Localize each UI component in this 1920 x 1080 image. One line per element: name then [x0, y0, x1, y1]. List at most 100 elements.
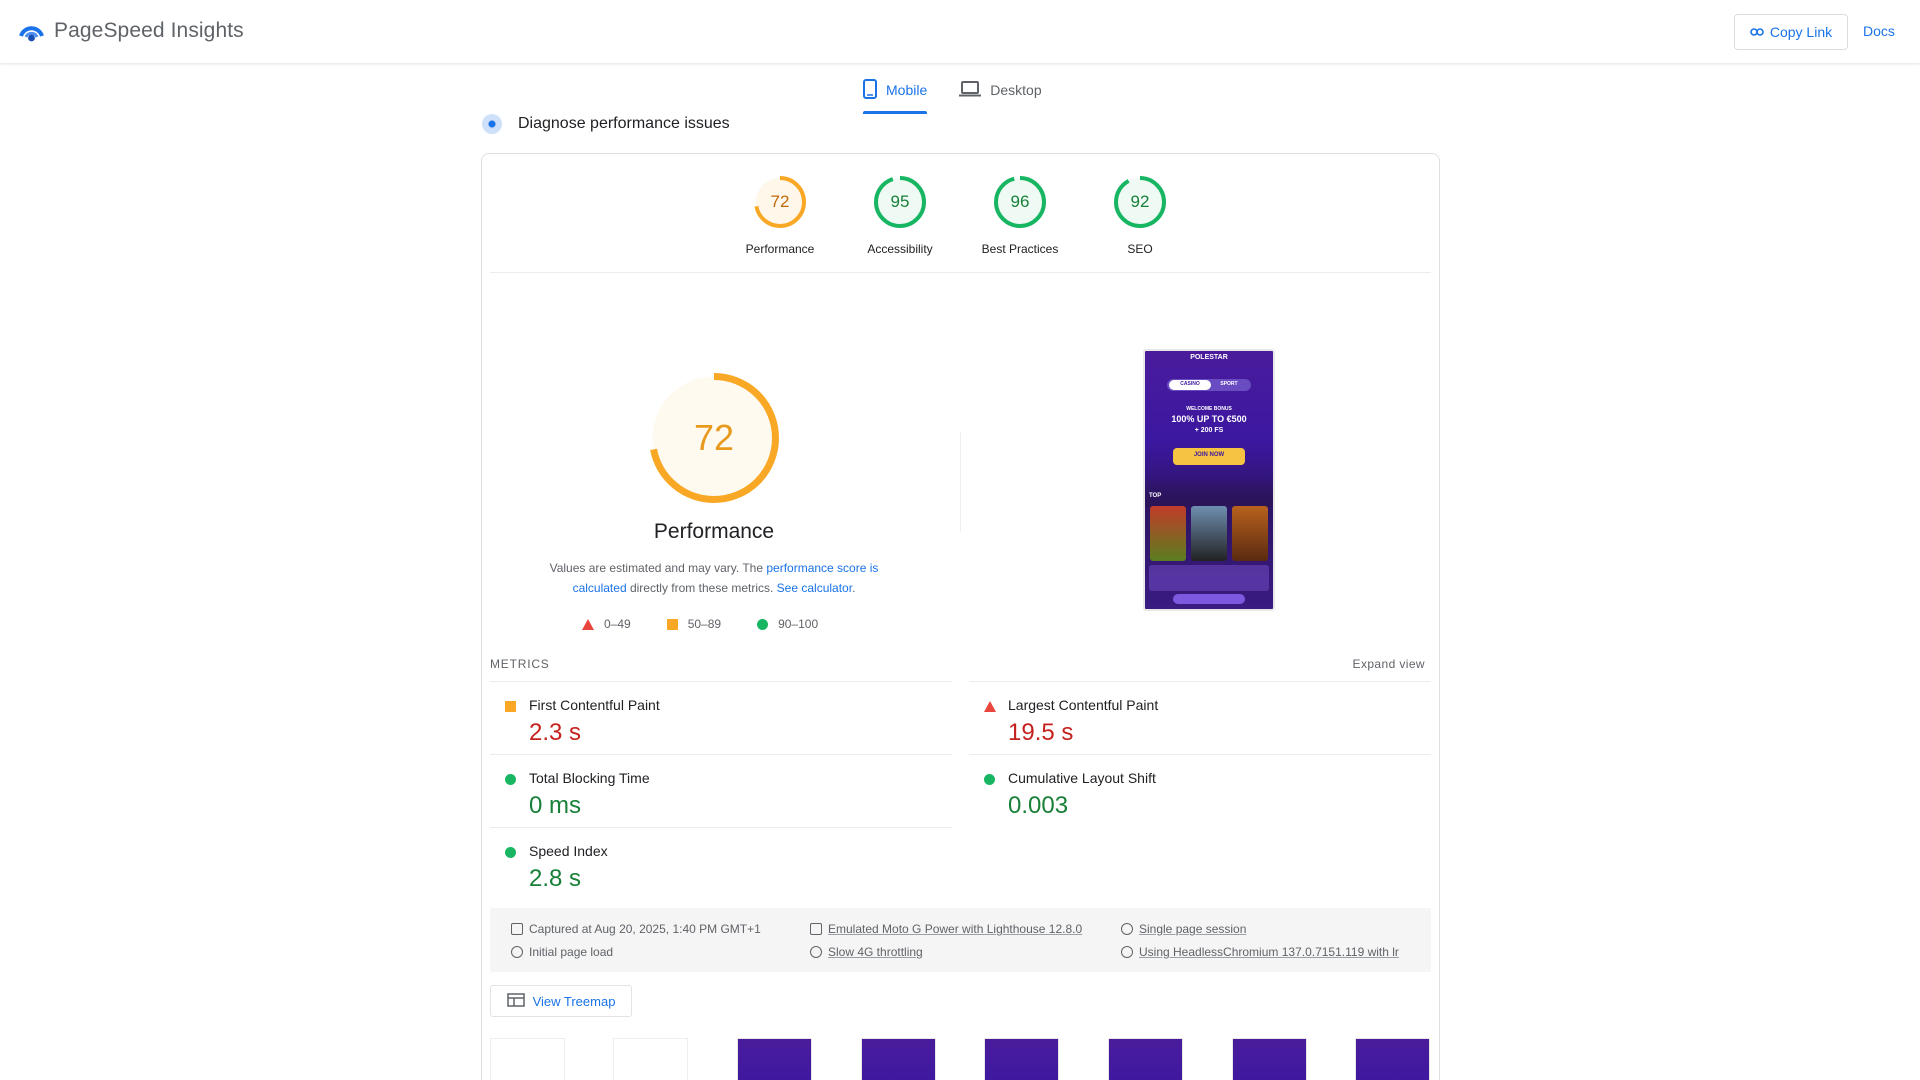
performance-note: Values are estimated and may vary. The p…: [534, 558, 894, 598]
run-info-panel: Captured at Aug 20, 2025, 1:40 PM GMT+1 …: [490, 908, 1431, 972]
copy-link-button[interactable]: Copy Link: [1734, 14, 1848, 50]
link-icon: [1750, 24, 1764, 40]
metric-lcp: Largest Contentful Paint 19.5 s: [969, 681, 1431, 754]
ss-tab-casino: CASINO: [1180, 381, 1200, 387]
filmstrip-frame: [737, 1038, 812, 1080]
metric-label: Largest Contentful Paint: [1008, 697, 1159, 713]
info-text: Single page session: [1139, 922, 1247, 936]
legend-range: 90–100: [778, 617, 819, 631]
info-text: Captured at Aug 20, 2025, 1:40 PM GMT+1: [529, 922, 761, 936]
triangle-icon: [582, 618, 594, 630]
metric-value: 0.003: [1008, 792, 1069, 819]
gauge-label: Best Practices: [981, 242, 1059, 256]
report-card: 72 Performance 95 Accessibility 96 Best …: [481, 153, 1440, 1080]
expand-view-button[interactable]: Expand view: [1353, 657, 1425, 671]
ss-strip: [1149, 565, 1269, 591]
metric-label: Total Blocking Time: [529, 770, 650, 786]
info-text: Emulated Moto G Power with Lighthouse 12…: [828, 922, 1083, 936]
legend-range: 0–49: [604, 617, 631, 631]
note-middle: directly from these metrics.: [626, 581, 777, 595]
metric-label: First Contentful Paint: [529, 697, 660, 713]
circle-icon: [984, 774, 995, 785]
info-text: Slow 4G throttling: [828, 945, 923, 959]
wifi-icon: [810, 946, 822, 958]
calendar-icon: [511, 923, 523, 935]
metric-value: 19.5 s: [1008, 719, 1074, 746]
ss-fs: + 200 FS: [1194, 427, 1224, 434]
treemap-icon: [506, 992, 525, 1010]
circle-icon: [505, 774, 516, 785]
filmstrip-frame: [613, 1038, 688, 1080]
metric-value: 0 ms: [529, 792, 582, 819]
filmstrip-frame: [984, 1038, 1059, 1080]
metric-label: Cumulative Layout Shift: [1008, 770, 1156, 786]
info-text: Initial page load: [529, 945, 614, 959]
info-throttling[interactable]: Slow 4G throttling: [810, 945, 923, 959]
metric-si: Speed Index 2.8 s: [490, 827, 952, 900]
gauge-value: 92: [1130, 192, 1150, 211]
view-treemap-button[interactable]: View Treemap: [490, 985, 632, 1017]
laptop-icon: [959, 80, 982, 100]
legend-good: 90–100: [757, 617, 818, 631]
filmstrip-frame: [861, 1038, 936, 1080]
tab-mobile[interactable]: Mobile: [863, 76, 928, 114]
circle-icon: [505, 847, 516, 858]
triangle-icon: [984, 701, 996, 712]
copy-link-label: Copy Link: [1769, 24, 1833, 40]
ss-game-card: [1232, 506, 1268, 561]
gauge-seo[interactable]: 92 SEO: [1080, 176, 1200, 256]
info-device[interactable]: Emulated Moto G Power with Lighthouse 12…: [810, 922, 1082, 936]
filmstrip-frame: [1108, 1038, 1183, 1080]
legend-poor: 0–49: [582, 617, 631, 631]
section-title: Diagnose performance issues: [518, 115, 730, 132]
final-screenshot[interactable]: POLESTAR CASINO SPORT WELCOME BONUS 100%…: [1143, 349, 1275, 611]
gauge-best-practices[interactable]: 96 Best Practices: [960, 176, 1080, 256]
metric-cls: Cumulative Layout Shift 0.003: [969, 754, 1431, 827]
divider: [490, 272, 1431, 273]
tab-desktop[interactable]: Desktop: [959, 76, 1042, 112]
top-app-bar: PageSpeed Insights Copy Link Docs: [0, 0, 1920, 63]
vertical-divider: [960, 432, 961, 532]
metric-value: 2.3 s: [529, 719, 582, 746]
note-suffix: .: [852, 581, 856, 595]
circle-icon: [757, 618, 769, 630]
filmstrip-frame: [490, 1038, 565, 1080]
ss-offer: 100% UP TO €500: [1171, 414, 1247, 424]
filmstrip-frame: [1232, 1038, 1307, 1080]
ss-game-card: [1191, 506, 1227, 561]
info-text: Using HeadlessChromium 137.0.7151.119 wi…: [1139, 945, 1399, 959]
gauge-performance[interactable]: 72 Performance: [720, 176, 840, 256]
docs-link[interactable]: Docs: [1863, 23, 1895, 39]
ss-cta-label: JOIN NOW: [1193, 452, 1225, 458]
metrics-heading: METRICS: [490, 657, 550, 671]
treemap-label: View Treemap: [532, 993, 616, 1009]
info-session[interactable]: Single page session: [1121, 922, 1246, 936]
device-tabs: Mobile Desktop: [863, 76, 1042, 114]
score-legend: 0–49 50–89 90–100: [582, 617, 818, 631]
metric-label: Speed Index: [529, 843, 608, 859]
score-gauges: 72 Performance 95 Accessibility 96 Best …: [482, 176, 1441, 266]
gauge-label: SEO: [1127, 242, 1153, 256]
ss-tab-sport: SPORT: [1220, 381, 1238, 387]
square-icon: [666, 618, 678, 630]
info-load-type: Initial page load: [511, 945, 613, 959]
ss-skyline: [1145, 477, 1273, 507]
square-icon: [505, 701, 516, 712]
gauge-label: Accessibility: [867, 242, 933, 256]
ss-game-card: [1150, 506, 1186, 561]
ss-welcome: WELCOME BONUS: [1186, 406, 1232, 412]
metric-value: 2.8 s: [529, 865, 582, 892]
section-header: Diagnose performance issues: [482, 114, 730, 134]
diagnose-icon: [482, 114, 502, 134]
ss-top: TOP: [1149, 493, 1162, 499]
device-icon: [810, 923, 822, 935]
pagespeed-logo-icon: [18, 17, 45, 44]
performance-title: Performance: [653, 520, 775, 543]
ss-bottom-button: [1173, 594, 1245, 604]
legend-range: 50–89: [687, 617, 722, 631]
see-calculator-link[interactable]: See calculator: [777, 581, 852, 595]
legend-average: 50–89: [666, 617, 722, 631]
gauge-accessibility[interactable]: 95 Accessibility: [840, 176, 960, 256]
info-browser[interactable]: Using HeadlessChromium 137.0.7151.119 wi…: [1121, 945, 1425, 959]
brand[interactable]: PageSpeed Insights: [18, 17, 244, 44]
